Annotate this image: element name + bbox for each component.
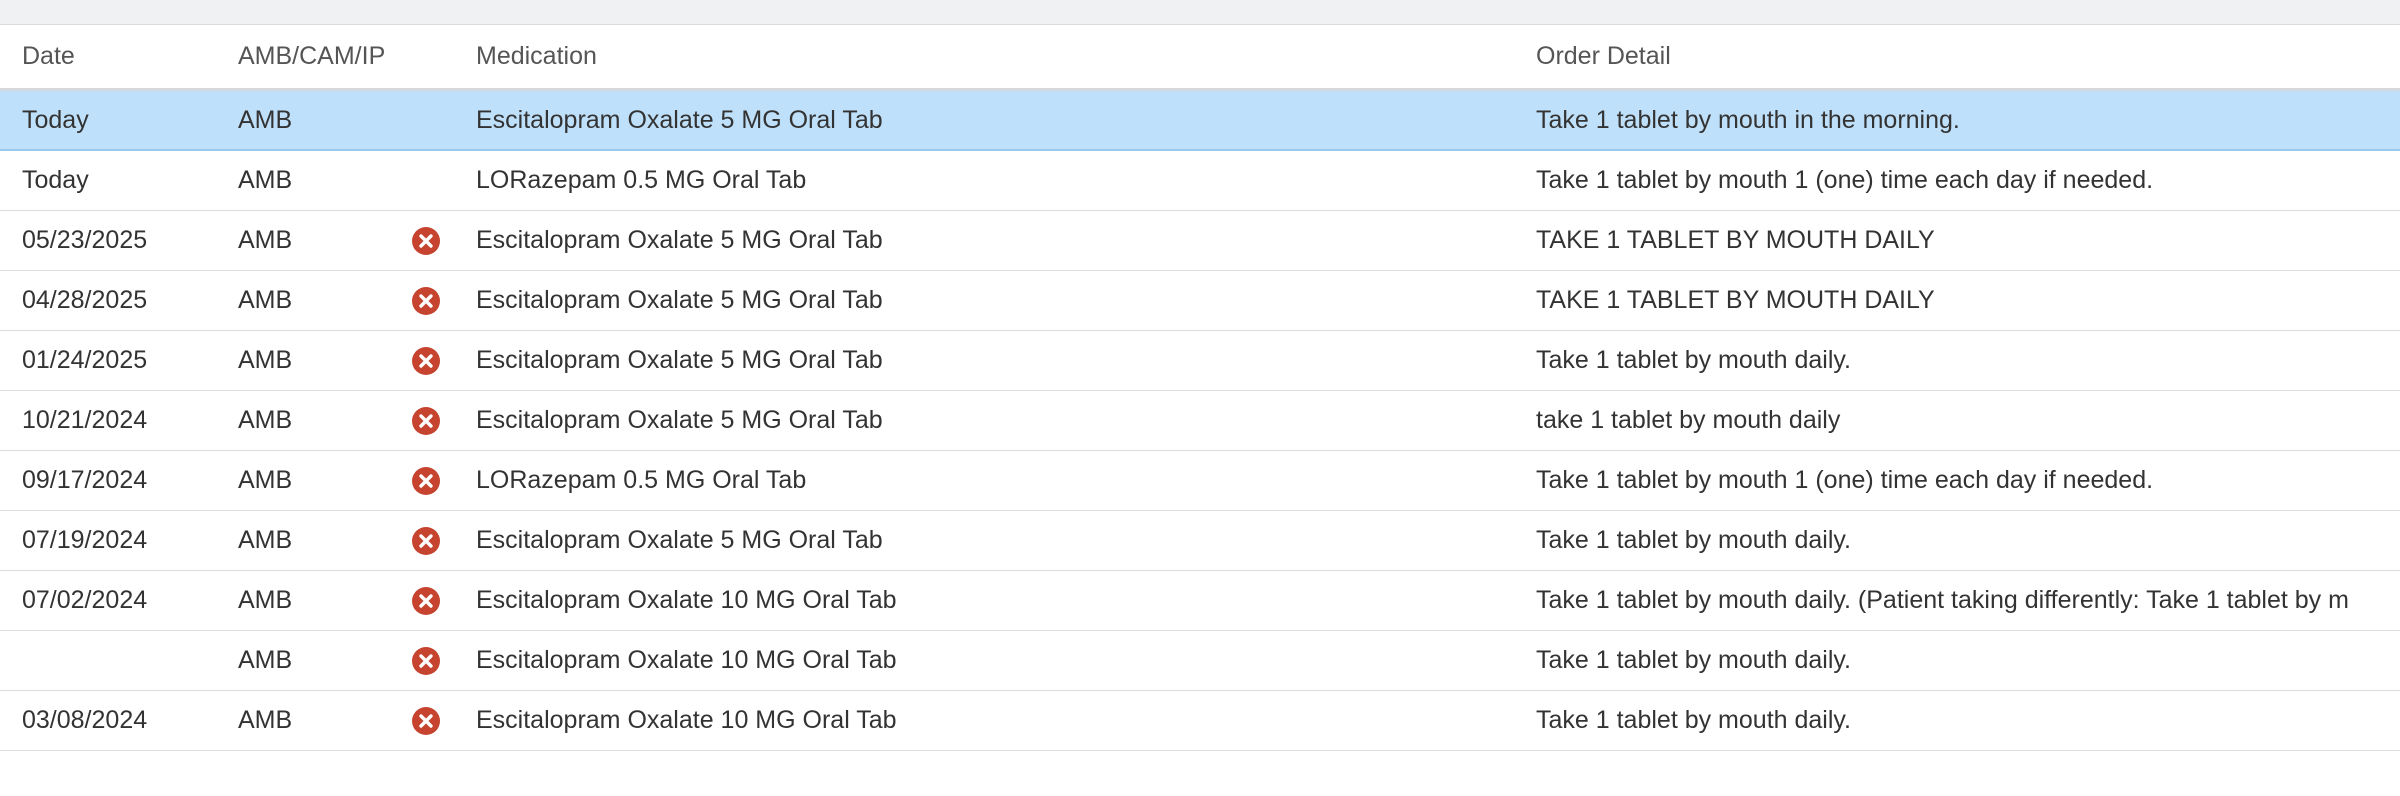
cell-date: Today xyxy=(22,166,89,194)
cancel-icon[interactable] xyxy=(411,586,441,616)
cell-date: 09/17/2024 xyxy=(22,466,148,494)
table-body: Today AMB Escitalopram Oxalate 5 MG Oral T… xyxy=(0,91,2400,751)
cell-order-detail: Take 1 tablet by mouth daily. xyxy=(1536,526,1851,554)
table-row[interactable]: 04/28/2025 AMB Escitalopram Oxalate 5 MG O… xyxy=(0,271,2400,331)
top-toolbar-strip xyxy=(0,0,2400,25)
cancel-icon[interactable] xyxy=(411,346,441,376)
cell-source: AMB xyxy=(238,226,293,254)
cell-medication: Escitalopram Oxalate 10 MG Oral Tab xyxy=(476,646,897,674)
cell-medication: LORazepam 0.5 MG Oral Tab xyxy=(476,466,807,494)
cancel-icon[interactable] xyxy=(411,706,441,736)
cell-order-detail: take 1 tablet by mouth daily xyxy=(1536,406,1841,434)
cell-order-detail: Take 1 tablet by mouth daily. xyxy=(1536,646,1851,674)
cell-order-detail: Take 1 tablet by mouth daily. xyxy=(1536,706,1851,734)
column-header-medication[interactable]: Medication xyxy=(476,25,597,88)
cell-date: 10/21/2024 xyxy=(22,406,148,434)
column-header-source[interactable]: AMB/CAM/IP xyxy=(238,25,385,88)
table-row[interactable]: 07/19/2024 AMB Escitalopram Oxalate 5 MG O… xyxy=(0,511,2400,571)
table-row[interactable]: AMB Escitalopram Oxalate 10 MG Oral Tab Ta… xyxy=(0,631,2400,691)
cell-date: 05/23/2025 xyxy=(22,226,148,254)
cell-status-icon xyxy=(411,571,441,630)
table-row[interactable]: 10/21/2024 AMB Escitalopram Oxalate 5 MG O… xyxy=(0,391,2400,451)
cell-medication: Escitalopram Oxalate 5 MG Oral Tab xyxy=(476,526,883,554)
cell-status-icon xyxy=(411,391,441,450)
cell-status-icon xyxy=(411,271,441,330)
table-row[interactable]: 01/24/2025 AMB Escitalopram Oxalate 5 MG O… xyxy=(0,331,2400,391)
cell-source: AMB xyxy=(238,466,293,494)
cell-medication: LORazepam 0.5 MG Oral Tab xyxy=(476,166,807,194)
cell-medication: Escitalopram Oxalate 5 MG Oral Tab xyxy=(476,406,883,434)
cell-medication: Escitalopram Oxalate 10 MG Oral Tab xyxy=(476,586,897,614)
column-header-date[interactable]: Date xyxy=(22,25,75,88)
table-row[interactable]: Today AMB Escitalopram Oxalate 5 MG Oral T… xyxy=(0,91,2400,151)
cell-status-icon xyxy=(411,511,441,570)
cancel-icon[interactable] xyxy=(411,286,441,316)
cell-source: AMB xyxy=(238,166,293,194)
table-row[interactable]: Today AMB LORazepam 0.5 MG Oral Tab Take 1 … xyxy=(0,151,2400,211)
cancel-icon[interactable] xyxy=(411,646,441,676)
table-row[interactable]: 03/08/2024 AMB Escitalopram Oxalate 10 MG … xyxy=(0,691,2400,751)
cell-date: 04/28/2025 xyxy=(22,286,148,314)
cancel-icon[interactable] xyxy=(411,226,441,256)
cell-date: 03/08/2024 xyxy=(22,706,148,734)
cell-date: 07/02/2024 xyxy=(22,586,148,614)
cell-source: AMB xyxy=(238,646,293,674)
cell-source: AMB xyxy=(238,586,293,614)
cell-status-icon xyxy=(411,331,441,390)
cell-source: AMB xyxy=(238,286,293,314)
cell-source: AMB xyxy=(238,526,293,554)
cancel-icon[interactable] xyxy=(411,466,441,496)
medication-history-table: Date AMB/CAM/IP Medication Order Detail … xyxy=(0,25,2400,751)
cell-source: AMB xyxy=(238,346,293,374)
cell-status-icon xyxy=(411,451,441,510)
cell-status-icon xyxy=(411,631,441,690)
cell-order-detail: TAKE 1 TABLET BY MOUTH DAILY xyxy=(1536,226,1935,254)
cell-source: AMB xyxy=(238,706,293,734)
table-row[interactable]: 05/23/2025 AMB Escitalopram Oxalate 5 MG O… xyxy=(0,211,2400,271)
cell-order-detail: Take 1 tablet by mouth daily. (Patient t… xyxy=(1536,586,2349,614)
cell-source: AMB xyxy=(238,406,293,434)
cell-order-detail: Take 1 tablet by mouth 1 (one) time each… xyxy=(1536,466,2154,494)
cell-status-icon xyxy=(411,691,441,750)
table-row[interactable]: 09/17/2024 AMB LORazepam 0.5 MG Oral Tab Ta… xyxy=(0,451,2400,511)
cell-date: 01/24/2025 xyxy=(22,346,148,374)
cell-medication: Escitalopram Oxalate 5 MG Oral Tab xyxy=(476,346,883,374)
cell-order-detail: Take 1 tablet by mouth in the morning. xyxy=(1536,105,1960,134)
cancel-icon[interactable] xyxy=(411,406,441,436)
cell-medication: Escitalopram Oxalate 5 MG Oral Tab xyxy=(476,105,883,134)
cell-status-icon xyxy=(411,211,441,270)
cancel-icon[interactable] xyxy=(411,526,441,556)
table-row[interactable]: 07/02/2024 AMB Escitalopram Oxalate 10 MG … xyxy=(0,571,2400,631)
cell-medication: Escitalopram Oxalate 10 MG Oral Tab xyxy=(476,706,897,734)
table-header-row: Date AMB/CAM/IP Medication Order Detail xyxy=(0,25,2400,91)
cell-source: AMB xyxy=(238,105,293,134)
cell-medication: Escitalopram Oxalate 5 MG Oral Tab xyxy=(476,226,883,254)
cell-order-detail: TAKE 1 TABLET BY MOUTH DAILY xyxy=(1536,286,1935,314)
cell-order-detail: Take 1 tablet by mouth daily. xyxy=(1536,346,1851,374)
column-header-order-detail[interactable]: Order Detail xyxy=(1536,25,1671,88)
cell-order-detail: Take 1 tablet by mouth 1 (one) time each… xyxy=(1536,166,2154,194)
cell-date: 07/19/2024 xyxy=(22,526,148,554)
cell-date: Today xyxy=(22,105,89,134)
cell-medication: Escitalopram Oxalate 5 MG Oral Tab xyxy=(476,286,883,314)
